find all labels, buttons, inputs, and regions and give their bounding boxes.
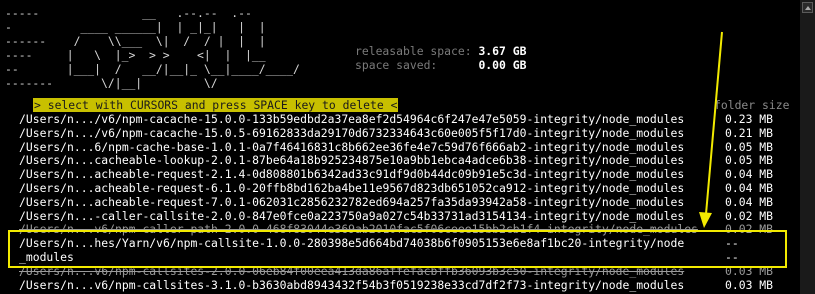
annotation-arrow-icon	[699, 31, 723, 228]
